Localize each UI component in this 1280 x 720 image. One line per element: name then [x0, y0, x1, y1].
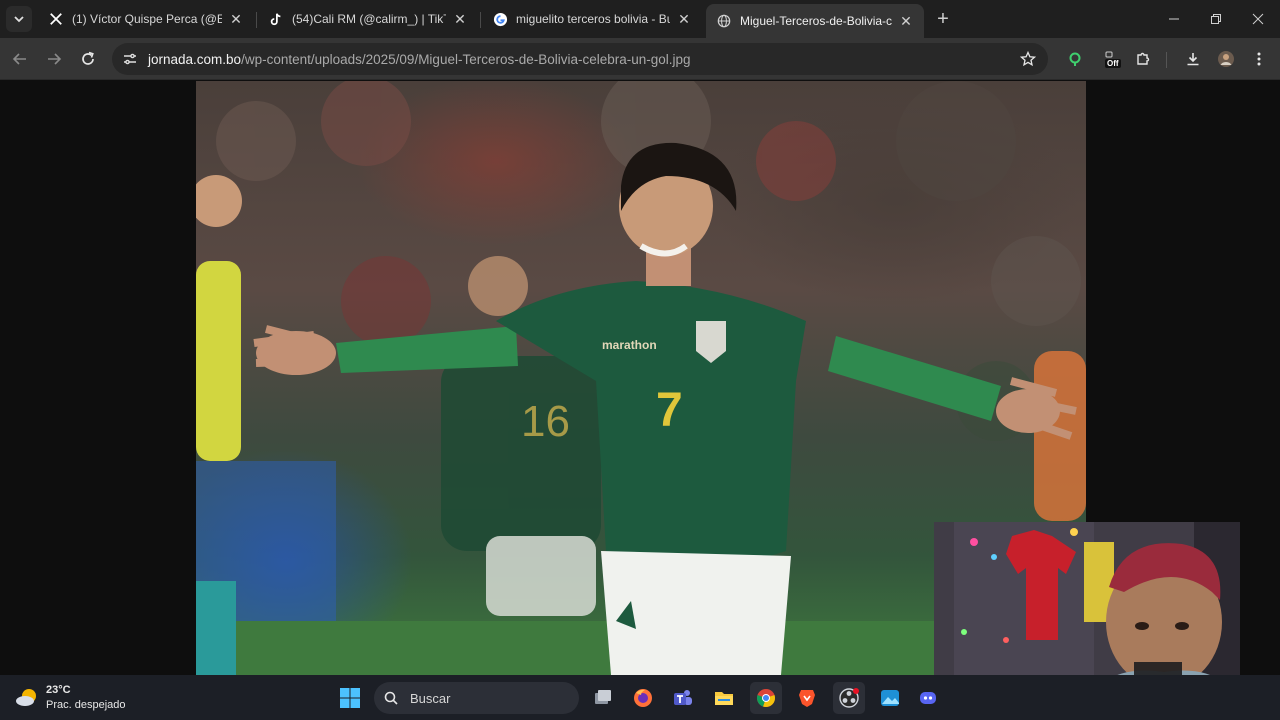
tab-strip: (1) Víctor Quispe Perca (@Estad ✕ (54)Ca…: [0, 0, 1280, 38]
restore-button[interactable]: [1194, 0, 1238, 38]
extension-off-badge: Off: [1105, 59, 1121, 68]
x-logo-icon: [48, 11, 64, 27]
chevron-down-icon: [14, 16, 24, 23]
tab-title: Miguel-Terceros-de-Bolivia-cele: [740, 14, 892, 28]
photos-icon: [881, 690, 899, 706]
address-path: /wp-content/uploads/2025/09/Miguel-Terce…: [241, 51, 691, 67]
firefox-app[interactable]: [627, 682, 659, 714]
jersey-sponsor-text: marathon: [602, 338, 657, 352]
reload-icon: [82, 51, 94, 65]
tiktok-icon: [268, 11, 284, 27]
globe-icon: [716, 13, 732, 29]
discord-app[interactable]: [912, 682, 944, 714]
photos-app[interactable]: [874, 682, 906, 714]
arrow-left-icon: [12, 53, 26, 65]
chrome-app[interactable]: [750, 682, 782, 714]
weather-condition: Prac. despejado: [46, 699, 126, 711]
start-button[interactable]: [334, 682, 366, 714]
back-button[interactable]: [6, 45, 34, 73]
puzzle-icon: [1137, 52, 1150, 65]
avatar-icon: [1218, 51, 1234, 67]
close-icon[interactable]: ✕: [898, 13, 914, 29]
taskbar-search-placeholder: Buscar: [410, 690, 451, 706]
tab-divider: [256, 12, 257, 28]
background-player-number: 16: [521, 397, 570, 446]
close-icon: [1252, 13, 1264, 25]
obs-app[interactable]: [833, 682, 865, 714]
tab-search-button[interactable]: [6, 6, 32, 32]
profile-avatar[interactable]: [1212, 45, 1240, 73]
address-host: jornada.com.bo: [148, 51, 242, 67]
downloads-button[interactable]: [1179, 45, 1207, 73]
windows-taskbar: 23°C Prac. despejado Buscar: [0, 675, 1280, 720]
task-view-button[interactable]: [587, 682, 619, 714]
tab-google-search[interactable]: miguelito terceros bolivia - Bus ✕: [482, 5, 702, 33]
address-bar[interactable]: jornada.com.bo/wp-content/uploads/2025/0…: [112, 43, 1048, 75]
address-url: jornada.com.bo/wp-content/uploads/2025/0…: [148, 52, 691, 67]
minimize-icon: [1169, 18, 1179, 20]
brave-lion-icon: [799, 690, 815, 707]
close-icon[interactable]: ✕: [676, 11, 692, 27]
search-icon: [384, 691, 398, 705]
extension-off-button[interactable]: Off: [1097, 45, 1125, 73]
weather-widget[interactable]: 23°C Prac. despejado: [14, 683, 126, 713]
file-explorer-app[interactable]: [708, 682, 740, 714]
minimize-button[interactable]: [1152, 0, 1196, 38]
reload-button[interactable]: [74, 45, 102, 73]
obs-icon: [839, 688, 859, 708]
windows-logo-icon: [340, 688, 360, 708]
site-info-icon[interactable]: [118, 47, 142, 71]
taskbar-search[interactable]: Buscar: [374, 682, 579, 714]
task-view-icon: [595, 690, 611, 704]
toolbar-divider: [1166, 52, 1167, 68]
tab-title: (1) Víctor Quispe Perca (@Estad: [72, 12, 222, 26]
browser-toolbar: jornada.com.bo/wp-content/uploads/2025/0…: [0, 38, 1280, 80]
tab-x[interactable]: (1) Víctor Quispe Perca (@Estad ✕: [38, 5, 254, 33]
close-icon[interactable]: ✕: [452, 11, 468, 27]
left-yellow-player: [196, 175, 242, 675]
extension-green-icon: [1069, 52, 1081, 66]
new-tab-button[interactable]: +: [932, 9, 954, 31]
teams-app[interactable]: [667, 682, 699, 714]
download-icon: [1187, 53, 1199, 66]
brave-app[interactable]: [791, 682, 823, 714]
browser-menu-button[interactable]: [1245, 45, 1273, 73]
restore-icon: [1211, 14, 1221, 24]
google-icon: [492, 11, 508, 27]
chrome-icon: [756, 689, 776, 708]
extension-sync-button[interactable]: [1061, 45, 1089, 73]
weather-temperature: 23°C: [46, 684, 71, 696]
more-vertical-icon: [1257, 52, 1261, 66]
partly-sunny-icon: [16, 689, 36, 706]
folder-icon: [715, 692, 733, 705]
firefox-icon: [634, 689, 652, 707]
extensions-button[interactable]: [1129, 45, 1157, 73]
discord-icon: [920, 692, 936, 704]
tab-title: miguelito terceros bolivia - Bus: [516, 12, 670, 26]
arrow-right-icon: [48, 53, 62, 65]
teams-icon: [674, 690, 692, 705]
forward-button[interactable]: [40, 45, 68, 73]
jersey-number-text: 7: [656, 384, 683, 437]
tab-tiktok[interactable]: (54)Cali RM (@calirm_) | TikTok ✕: [258, 5, 478, 33]
tab-title: (54)Cali RM (@calirm_) | TikTok: [292, 12, 446, 26]
bookmark-star-icon[interactable]: [1016, 47, 1040, 71]
tab-divider: [480, 12, 481, 28]
tab-active-image[interactable]: Miguel-Terceros-de-Bolivia-cele ✕: [706, 4, 924, 38]
close-icon[interactable]: ✕: [228, 11, 244, 27]
weather-text: 23°C Prac. despejado: [46, 683, 126, 713]
close-window-button[interactable]: [1236, 0, 1280, 38]
